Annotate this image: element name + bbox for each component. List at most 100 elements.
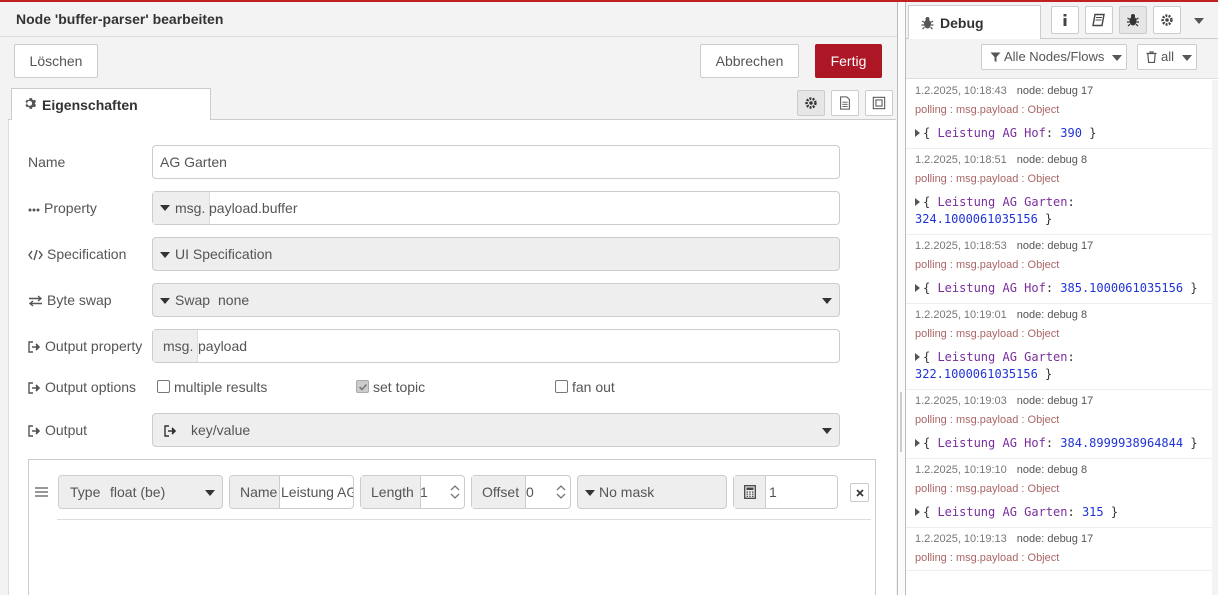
tab-debug-label: Debug <box>940 15 984 31</box>
tab-debug[interactable]: Debug <box>908 5 1041 40</box>
expand-triangle-icon[interactable] <box>915 198 920 206</box>
mask-value: No mask <box>599 484 655 500</box>
debug-message: 1.2.2025, 10:18:51 node: debug 8 polling :… <box>906 149 1212 235</box>
name-input[interactable]: AG Garten <box>152 145 840 179</box>
output-property-prefix: msg. <box>153 330 199 362</box>
help-tab-button[interactable] <box>1085 6 1113 34</box>
message-node-link[interactable]: node: debug 8 <box>1017 309 1087 321</box>
sidebar-menu-button[interactable] <box>1188 12 1210 30</box>
message-node-link[interactable]: node: debug 17 <box>1017 395 1093 407</box>
caret-down-icon <box>160 298 170 304</box>
type-select[interactable]: Type float (be) <box>58 475 223 509</box>
message-node-link[interactable]: node: debug 17 <box>1017 85 1093 97</box>
sign-out-icon <box>28 425 41 437</box>
payload-value: 322.1000061035156 <box>915 367 1038 381</box>
fan-out-checkbox[interactable] <box>555 380 568 393</box>
caret-down-icon <box>1182 55 1192 61</box>
message-node-link[interactable]: node: debug 17 <box>1017 533 1093 545</box>
payload-value: 315 <box>1081 505 1104 519</box>
spinner-icon[interactable] <box>449 482 461 502</box>
sign-out-icon <box>28 341 41 353</box>
mask-select[interactable]: No mask <box>577 475 727 509</box>
multiple-results-checkbox[interactable] <box>157 380 170 393</box>
payload-value: 324.1000061035156 <box>915 212 1038 226</box>
spinner-icon[interactable] <box>555 482 567 502</box>
bug-icon <box>1127 14 1139 27</box>
drag-handle-icon[interactable] <box>35 486 48 498</box>
name-input-value: AG Garten <box>160 154 227 170</box>
scale-input[interactable]: 1 <box>733 475 838 509</box>
message-payload[interactable]: { Leistung AG Hof: 390 } <box>915 125 1212 142</box>
done-button[interactable]: Fertig <box>815 44 882 78</box>
payload-key: Leistung AG Hof <box>937 126 1046 140</box>
cancel-button[interactable]: Abbrechen <box>700 44 799 78</box>
message-topic: polling : msg.payload : Object <box>915 259 1060 271</box>
property-input[interactable]: msg. payload.buffer <box>152 191 840 225</box>
byteswap-select[interactable]: Swap none <box>152 283 840 317</box>
book-icon <box>1092 13 1105 27</box>
payload-value: 384.8999938964844 <box>1060 436 1184 450</box>
item-name-input[interactable]: Name Leistung AG <box>229 475 354 509</box>
tab-properties-label: Eigenschaften <box>42 97 138 113</box>
output-options-label: Output options <box>28 379 136 395</box>
payload-key: Leistung AG Hof <box>937 436 1046 450</box>
info-tab-button[interactable] <box>1051 6 1079 34</box>
config-tab-button[interactable] <box>1153 6 1181 34</box>
byteswap-label: Byte swap <box>28 292 112 308</box>
code-icon <box>28 249 43 261</box>
message-payload[interactable]: { Leistung AG Garten: 315 } <box>915 504 1212 521</box>
length-input[interactable]: Length 1 <box>360 475 465 509</box>
output-property-label: Output property <box>28 338 142 354</box>
message-timestamp: 1.2.2025, 10:18:51 <box>915 154 1007 166</box>
chevron-down-icon <box>822 298 832 304</box>
message-payload[interactable]: { Leistung AG Hof: 384.8999938964844 } <box>915 435 1212 452</box>
filter-icon <box>990 52 1001 62</box>
expand-triangle-icon[interactable] <box>915 284 920 292</box>
property-label: Property <box>28 200 97 216</box>
message-payload[interactable]: { Leistung AG Garten: 324.1000061035156 } <box>915 194 1212 228</box>
message-node-link[interactable]: node: debug 17 <box>1017 240 1093 252</box>
sign-out-icon <box>28 382 41 394</box>
output-property-input[interactable]: msg. payload <box>152 329 840 363</box>
splitter-grip[interactable] <box>900 392 902 452</box>
payload-value: 390 <box>1060 126 1082 140</box>
output-property-value: payload <box>198 338 248 354</box>
info-icon <box>1063 14 1067 26</box>
panel-splitter[interactable] <box>898 2 906 595</box>
gear-icon <box>1161 14 1173 26</box>
message-topic: polling : msg.payload : Object <box>915 328 1060 340</box>
node-settings-button[interactable] <box>797 90 825 116</box>
multiple-results-label: multiple results <box>174 379 268 395</box>
node-description-button[interactable] <box>831 90 859 116</box>
type-label: Type <box>70 484 101 500</box>
message-payload[interactable]: { Leistung AG Garten: 322.1000061035156 } <box>915 349 1212 383</box>
expand-triangle-icon[interactable] <box>915 353 920 361</box>
specification-select[interactable]: UI Specification <box>152 237 840 271</box>
output-select[interactable]: key/value <box>152 413 840 447</box>
expand-triangle-icon[interactable] <box>915 129 920 137</box>
calculator-icon <box>744 485 756 499</box>
message-timestamp: 1.2.2025, 10:18:53 <box>915 240 1007 252</box>
expand-triangle-icon[interactable] <box>915 508 920 516</box>
delete-button[interactable]: Löschen <box>14 44 98 78</box>
length-value: 1 <box>420 484 428 500</box>
property-type-select[interactable]: msg. <box>153 192 211 224</box>
debug-tab-button[interactable] <box>1119 6 1147 34</box>
debug-scrollbar[interactable] <box>1212 80 1218 595</box>
expand-triangle-icon[interactable] <box>915 439 920 447</box>
node-appearance-button[interactable] <box>865 90 893 116</box>
set-topic-checkbox[interactable] <box>356 380 369 393</box>
message-node-link[interactable]: node: debug 8 <box>1017 154 1087 166</box>
debug-message: 1.2.2025, 10:19:10 node: debug 8 polling :… <box>906 459 1212 528</box>
remove-item-button[interactable] <box>850 483 869 502</box>
message-topic: polling : msg.payload : Object <box>915 552 1060 564</box>
filter-dropdown[interactable]: Alle Nodes/Flows <box>981 44 1127 70</box>
message-node-link[interactable]: node: debug 8 <box>1017 464 1087 476</box>
clear-dropdown[interactable]: all <box>1137 44 1197 70</box>
offset-input[interactable]: Offset 0 <box>471 475 571 509</box>
tab-properties[interactable]: Eigenschaften <box>11 88 211 121</box>
output-label: Output <box>28 422 87 438</box>
message-payload[interactable]: { Leistung AG Hof: 385.1000061035156 } <box>915 280 1212 297</box>
message-topic: polling : msg.payload : Object <box>915 173 1060 185</box>
filter-label: Alle Nodes/Flows <box>1004 49 1105 64</box>
